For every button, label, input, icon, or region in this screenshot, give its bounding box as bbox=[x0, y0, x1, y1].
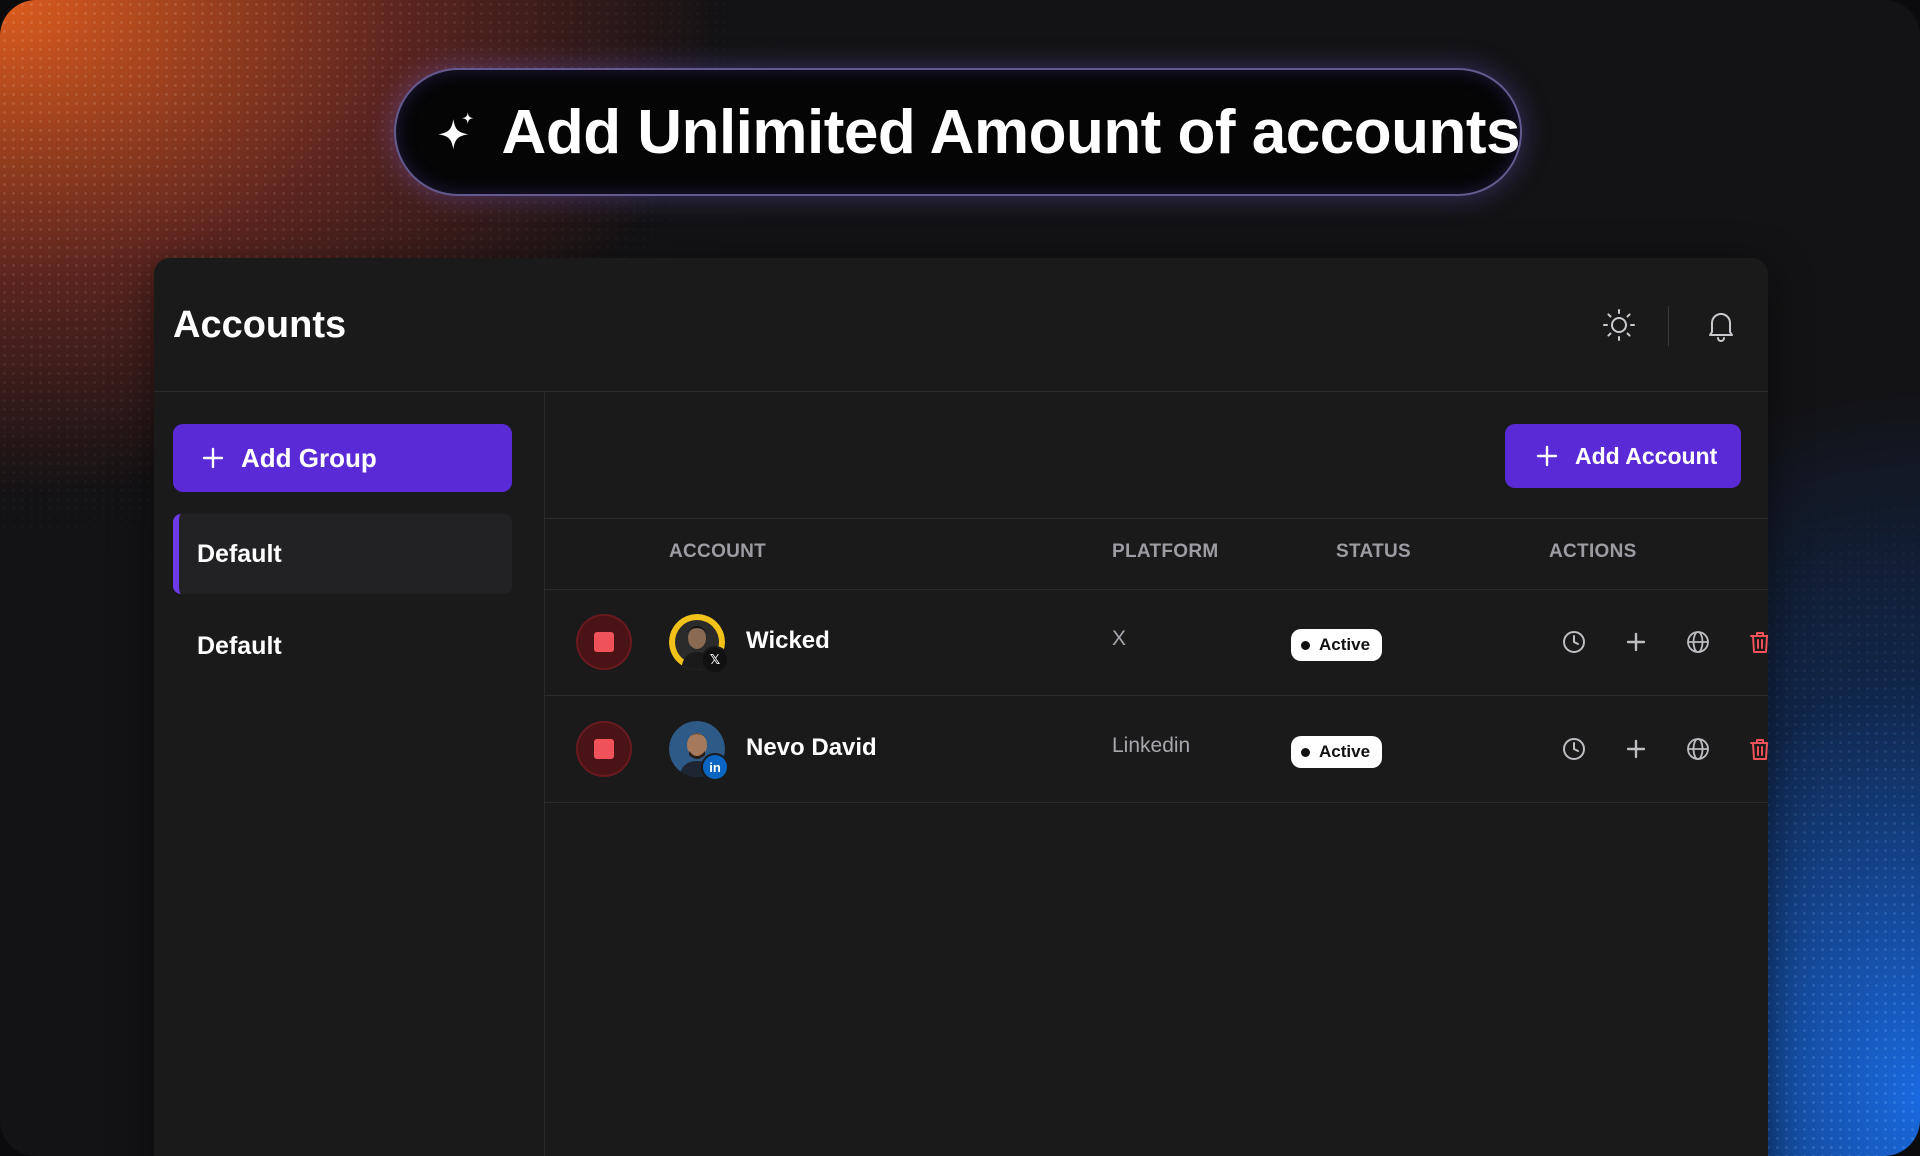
table-row: 𝕏 Wicked X Active bbox=[545, 589, 1768, 696]
background-frame: Add Unlimited Amount of accounts Account… bbox=[0, 0, 1920, 1156]
sun-icon[interactable] bbox=[1602, 308, 1636, 342]
linkedin-icon: in bbox=[701, 753, 729, 781]
clock-icon[interactable] bbox=[1561, 629, 1587, 655]
promo-banner: Add Unlimited Amount of accounts bbox=[394, 68, 1522, 196]
group-sidebar: Add Group Default Default bbox=[154, 392, 545, 1156]
status-label: Active bbox=[1319, 742, 1371, 761]
stop-icon bbox=[594, 739, 614, 759]
plus-icon[interactable] bbox=[1623, 629, 1649, 655]
status-dot bbox=[1301, 747, 1310, 757]
app-window: Accounts Add Group Default Default Add A… bbox=[154, 258, 1768, 1156]
plus-icon bbox=[202, 447, 224, 469]
status-dot bbox=[1301, 640, 1310, 650]
add-account-button[interactable]: Add Account bbox=[1505, 424, 1741, 488]
table-row: in Nevo David Linkedin Active bbox=[545, 696, 1768, 803]
globe-icon[interactable] bbox=[1685, 629, 1711, 655]
status-badge: Active bbox=[1291, 736, 1383, 768]
column-header-account: ACCOUNT bbox=[669, 541, 767, 562]
sparkle-icon bbox=[438, 112, 474, 150]
avatar: 𝕏 bbox=[669, 614, 729, 674]
column-header-actions: ACTIONS bbox=[1549, 541, 1637, 562]
app-header: Accounts bbox=[154, 258, 1768, 392]
account-name: Wicked bbox=[746, 627, 830, 654]
globe-icon[interactable] bbox=[1685, 736, 1711, 762]
column-header-platform: PLATFORM bbox=[1112, 541, 1219, 562]
disable-account-button[interactable] bbox=[576, 614, 632, 670]
group-item-default[interactable]: Default bbox=[173, 606, 512, 686]
status-badge: Active bbox=[1291, 629, 1383, 661]
add-account-label: Add Account bbox=[1575, 442, 1718, 469]
clock-icon[interactable] bbox=[1561, 736, 1587, 762]
x-icon: 𝕏 bbox=[701, 646, 729, 674]
group-label: Default bbox=[197, 631, 282, 660]
account-platform: X bbox=[1112, 627, 1127, 650]
bell-icon[interactable] bbox=[1704, 308, 1738, 342]
add-group-button[interactable]: Add Group bbox=[173, 424, 512, 492]
header-divider bbox=[1668, 306, 1669, 346]
plus-icon[interactable] bbox=[1623, 736, 1649, 762]
group-item-default-selected[interactable]: Default bbox=[173, 514, 512, 594]
stop-icon bbox=[594, 632, 614, 652]
column-header-status: STATUS bbox=[1336, 541, 1411, 562]
group-label: Default bbox=[197, 539, 282, 568]
trash-icon[interactable] bbox=[1747, 629, 1768, 655]
account-platform: Linkedin bbox=[1112, 734, 1191, 757]
plus-icon bbox=[1536, 445, 1558, 467]
table-header: ACCOUNT PLATFORM STATUS ACTIONS bbox=[545, 518, 1768, 590]
banner-title: Add Unlimited Amount of accounts bbox=[501, 97, 1521, 167]
status-label: Active bbox=[1319, 635, 1371, 654]
account-name: Nevo David bbox=[746, 734, 877, 761]
trash-icon[interactable] bbox=[1747, 736, 1768, 762]
disable-account-button[interactable] bbox=[576, 721, 632, 777]
avatar: in bbox=[669, 721, 729, 781]
add-group-label: Add Group bbox=[241, 442, 377, 473]
page-title: Accounts bbox=[173, 304, 347, 346]
accounts-main: Add Account ACCOUNT PLATFORM STATUS ACTI… bbox=[545, 392, 1768, 1156]
